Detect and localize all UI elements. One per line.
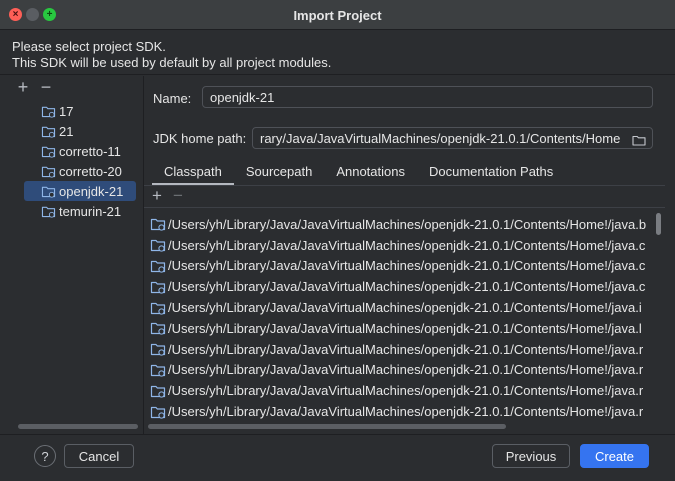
sdk-item-17[interactable]: 17: [24, 101, 136, 121]
classpath-entry[interactable]: /Users/yh/Library/Java/JavaVirtualMachin…: [150, 380, 655, 401]
sdk-item-corretto-11[interactable]: corretto-11: [24, 141, 136, 161]
sdk-item-label: temurin-21: [59, 203, 122, 219]
previous-button[interactable]: Previous: [492, 444, 570, 468]
classpath-entry[interactable]: /Users/yh/Library/Java/JavaVirtualMachin…: [150, 339, 655, 360]
panel-divider: [143, 76, 144, 434]
classpath-vertical-scrollbar[interactable]: [656, 213, 661, 235]
toolbar-divider: [144, 207, 665, 208]
help-icon: ?: [41, 448, 49, 464]
sdk-item-temurin-21[interactable]: temurin-21: [24, 201, 136, 221]
description-line-2: This SDK will be used by default by all …: [12, 55, 332, 70]
sdk-item-21[interactable]: 21: [24, 121, 136, 141]
classpath-entry-path: /Users/yh/Library/Java/JavaVirtualMachin…: [168, 300, 642, 316]
add-path-button[interactable]: +: [149, 187, 165, 204]
classpath-entry[interactable]: /Users/yh/Library/Java/JavaVirtualMachin…: [150, 214, 655, 235]
jdk-home-label: JDK home path:: [153, 131, 247, 146]
jdk-home-field[interactable]: rary/Java/JavaVirtualMachines/openjdk-21…: [252, 127, 653, 149]
sdk-list-horizontal-scrollbar[interactable]: [18, 424, 138, 429]
classpath-entry-path: /Users/yh/Library/Java/JavaVirtualMachin…: [168, 216, 647, 232]
name-field[interactable]: openjdk-21: [202, 86, 653, 108]
folder-icon: [41, 186, 56, 198]
tab-bar: Classpath Sourcepath Annotations Documen…: [152, 163, 565, 185]
folder-icon: [41, 106, 56, 118]
classpath-entry-path: /Users/yh/Library/Java/JavaVirtualMachin…: [168, 383, 644, 399]
jdk-home-value: rary/Java/JavaVirtualMachines/openjdk-21…: [260, 131, 621, 146]
description: Please select project SDK. This SDK will…: [12, 39, 331, 71]
folder-icon: [150, 260, 166, 273]
folder-icon: [41, 166, 56, 178]
tab-documentation-paths[interactable]: Documentation Paths: [417, 163, 565, 185]
classpath-horizontal-scrollbar[interactable]: [148, 424, 506, 429]
sdk-item-label: openjdk-21: [59, 183, 124, 199]
tab-classpath[interactable]: Classpath: [152, 163, 234, 185]
help-button[interactable]: ?: [34, 445, 56, 467]
classpath-entry-path: /Users/yh/Library/Java/JavaVirtualMachin…: [168, 279, 646, 295]
classpath-entry-path: /Users/yh/Library/Java/JavaVirtualMachin…: [168, 341, 644, 357]
add-sdk-button[interactable]: +: [15, 78, 31, 96]
folder-icon: [150, 219, 166, 231]
tab-divider: [144, 185, 665, 186]
classpath-entry-path: /Users/yh/Library/Java/JavaVirtualMachin…: [168, 320, 642, 336]
sdk-item-label: corretto-11: [59, 143, 121, 159]
folder-icon: [41, 206, 56, 218]
tab-sourcepath[interactable]: Sourcepath: [234, 163, 325, 185]
sdk-item-label: 21: [59, 123, 74, 139]
footer-divider: [0, 434, 675, 435]
folder-icon: [150, 406, 166, 419]
sdk-list: 17 21 corretto-11 corretto-20 openjdk-21 temu…: [24, 101, 136, 221]
folder-icon: [41, 146, 56, 158]
name-label: Name:: [153, 91, 192, 106]
sdk-item-label: corretto-20: [59, 163, 122, 179]
create-button[interactable]: Create: [580, 444, 649, 468]
browse-folder-icon[interactable]: [632, 134, 646, 146]
description-line-1: Please select project SDK.: [12, 39, 166, 54]
sdk-item-openjdk-21[interactable]: openjdk-21: [24, 181, 136, 201]
cancel-button[interactable]: Cancel: [64, 444, 134, 468]
classpath-entry[interactable]: /Users/yh/Library/Java/JavaVirtualMachin…: [150, 297, 655, 318]
classpath-entry-path: /Users/yh/Library/Java/JavaVirtualMachin…: [168, 362, 644, 378]
sdk-item-corretto-20[interactable]: corretto-20: [24, 161, 136, 181]
header-divider: [0, 74, 675, 75]
classpath-entry[interactable]: /Users/yh/Library/Java/JavaVirtualMachin…: [150, 276, 655, 297]
folder-icon: [150, 323, 166, 335]
folder-icon: [150, 240, 166, 252]
tab-annotations[interactable]: Annotations: [324, 163, 417, 185]
remove-sdk-button[interactable]: −: [38, 78, 54, 96]
classpath-list: /Users/yh/Library/Java/JavaVirtualMachin…: [150, 214, 655, 422]
folder-icon: [150, 385, 166, 398]
folder-icon: [150, 281, 166, 294]
classpath-entry-path: /Users/yh/Library/Java/JavaVirtualMachin…: [168, 404, 644, 420]
sdk-item-label: 17: [59, 103, 74, 119]
title-bar: × + Import Project: [0, 0, 675, 30]
classpath-entry-path: /Users/yh/Library/Java/JavaVirtualMachin…: [168, 258, 646, 274]
remove-path-button[interactable]: −: [170, 187, 186, 204]
window-title: Import Project: [293, 8, 382, 23]
classpath-entry[interactable]: /Users/yh/Library/Java/JavaVirtualMachin…: [150, 256, 655, 277]
classpath-entry[interactable]: /Users/yh/Library/Java/JavaVirtualMachin…: [150, 235, 655, 256]
classpath-entry[interactable]: /Users/yh/Library/Java/JavaVirtualMachin…: [150, 401, 655, 422]
folder-icon: [41, 126, 56, 138]
folder-icon: [150, 364, 166, 377]
folder-icon: [150, 344, 166, 356]
classpath-entry[interactable]: /Users/yh/Library/Java/JavaVirtualMachin…: [150, 318, 655, 339]
classpath-entry-path: /Users/yh/Library/Java/JavaVirtualMachin…: [168, 237, 646, 253]
folder-icon: [150, 302, 166, 315]
classpath-entry[interactable]: /Users/yh/Library/Java/JavaVirtualMachin…: [150, 360, 655, 381]
